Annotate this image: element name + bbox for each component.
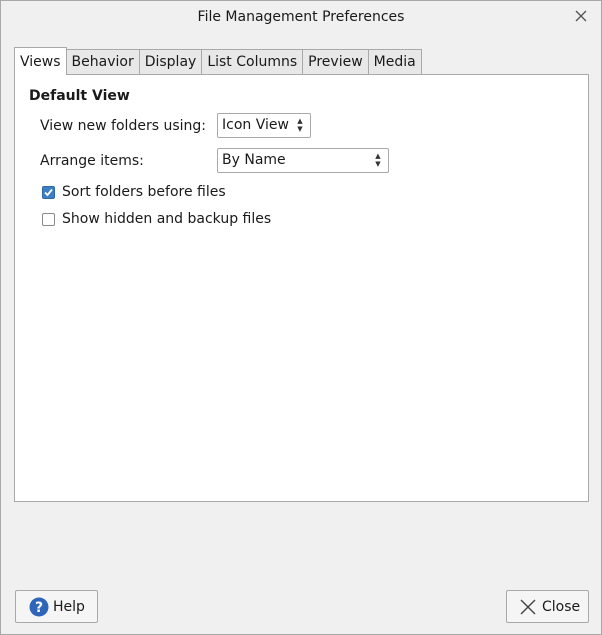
window-title: File Management Preferences (197, 9, 405, 25)
preferences-window: File Management Preferences Views Behavi… (0, 0, 602, 635)
svg-text:?: ? (35, 600, 43, 616)
help-button[interactable]: ? Help (15, 590, 98, 623)
tab-display[interactable]: Display (139, 49, 203, 74)
tab-bar: Views Behavior Display List Columns Prev… (14, 47, 422, 75)
view-new-folders-label: View new folders using: (40, 118, 206, 134)
arrange-items-label: Arrange items: (40, 153, 144, 169)
sort-folders-checkbox-row[interactable]: Sort folders before files (42, 184, 226, 200)
arrange-items-value: By Name (222, 152, 286, 168)
arrange-items-select[interactable]: By Name ▲ ▼ (217, 148, 389, 173)
view-new-folders-value: Icon View (222, 117, 289, 133)
close-x-icon (520, 599, 536, 614)
views-panel: Default View View new folders using: Ico… (14, 74, 589, 502)
show-hidden-label: Show hidden and backup files (62, 211, 272, 227)
tab-behavior[interactable]: Behavior (66, 49, 140, 74)
tab-list-columns[interactable]: List Columns (202, 49, 304, 74)
section-title-default-view: Default View (29, 88, 130, 104)
title-bar: File Management Preferences (1, 1, 601, 33)
close-button[interactable]: Close (506, 590, 589, 623)
view-new-folders-select[interactable]: Icon View ▲ ▼ (217, 113, 311, 138)
show-hidden-checkbox[interactable] (42, 212, 55, 226)
tab-media[interactable]: Media (368, 49, 422, 74)
spin-arrows-icon: ▲ ▼ (375, 152, 381, 168)
window-close-icon[interactable] (573, 8, 589, 24)
help-icon: ? (29, 597, 49, 616)
spin-arrows-icon: ▲ ▼ (297, 117, 303, 133)
close-button-label: Close (542, 598, 581, 615)
tab-preview[interactable]: Preview (303, 49, 369, 74)
sort-folders-checkbox[interactable] (42, 185, 55, 199)
sort-folders-label: Sort folders before files (62, 184, 226, 200)
checkmark-icon (44, 188, 53, 196)
help-button-label: Help (53, 598, 85, 615)
show-hidden-checkbox-row[interactable]: Show hidden and backup files (42, 211, 271, 227)
tab-views[interactable]: Views (14, 47, 67, 75)
